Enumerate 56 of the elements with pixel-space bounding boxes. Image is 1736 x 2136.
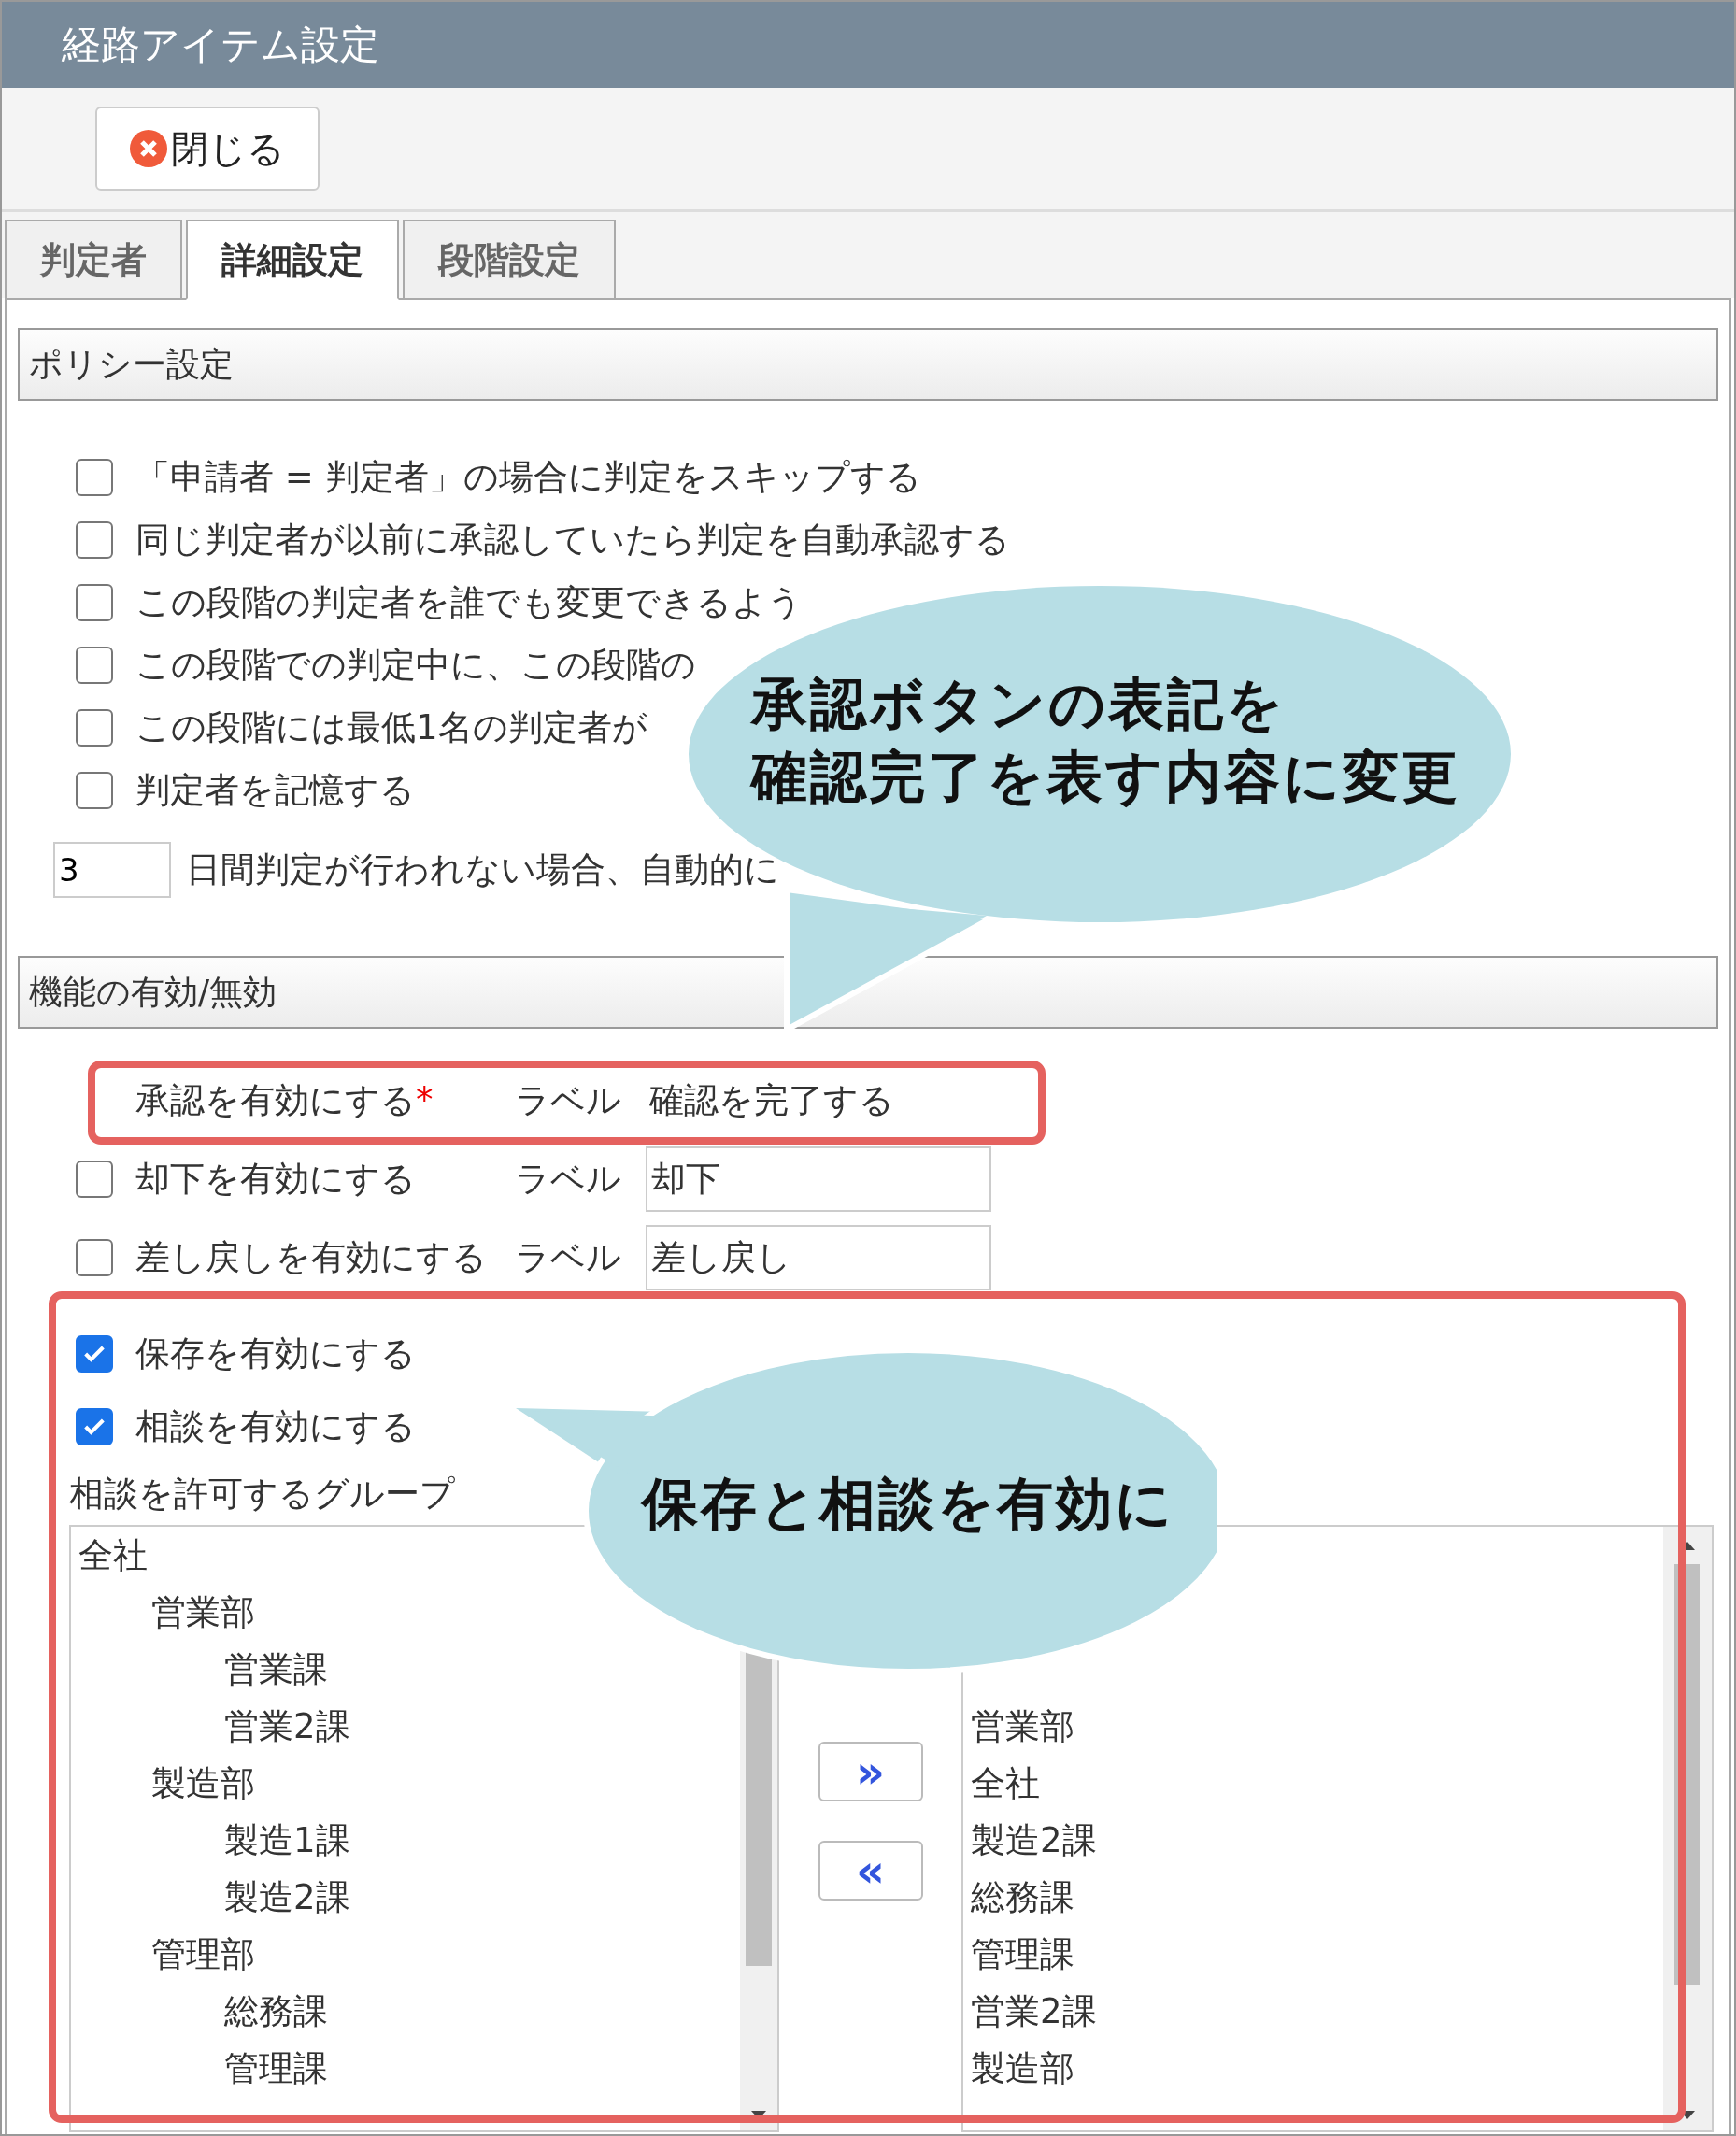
option-label: 差し戻しを有効にする [135, 1236, 487, 1279]
window-title: 経路アイテム設定 [2, 2, 1734, 88]
close-icon [130, 130, 167, 167]
list-item[interactable]: 製造部 [971, 2040, 1074, 2097]
label-input[interactable]: 差し戻し [646, 1225, 991, 1290]
checkbox[interactable] [76, 1161, 113, 1198]
remove-button[interactable]: « [818, 1841, 923, 1901]
label-caption: ラベル [515, 1158, 622, 1201]
list-item[interactable]: 管理課 [971, 1926, 1074, 1983]
days-label: 日間判定が行われない場合、自動的に [186, 848, 779, 891]
checkbox[interactable] [76, 583, 113, 621]
checkbox[interactable] [76, 771, 113, 809]
label-input[interactable]: 却下 [646, 1146, 991, 1212]
list-item[interactable]: 営業部 [971, 1698, 1074, 1755]
tree-item[interactable]: 管理部 [151, 1926, 255, 1983]
list-item[interactable]: 営業2課 [971, 1983, 1097, 2040]
option-label: 却下を有効にする [135, 1158, 416, 1201]
label-caption: ラベル [515, 1236, 622, 1279]
tree-item[interactable]: 製造部 [151, 1755, 255, 1812]
tree-item[interactable]: 営業2課 [224, 1698, 350, 1755]
checkbox[interactable] [76, 1408, 113, 1445]
option-label: この段階の判定者を誰でも変更できるよう [135, 580, 803, 624]
close-button[interactable]: 閉じる [95, 107, 320, 191]
checkbox[interactable] [76, 458, 113, 496]
section-header: ポリシー設定 [18, 328, 1718, 401]
tree-item[interactable]: 営業部 [151, 1584, 255, 1641]
checkbox[interactable] [76, 708, 113, 747]
tree-item[interactable]: 全社 [78, 1527, 148, 1584]
tab[interactable]: 段階設定 [403, 220, 616, 300]
tree-item[interactable]: 製造2課 [224, 1869, 350, 1926]
checkbox[interactable] [76, 1239, 113, 1276]
days-input[interactable]: 3 [53, 842, 171, 898]
option-label: 承認を有効にする* [135, 1079, 434, 1122]
option-label: 「申請者 = 判定者」の場合に判定をスキップする [135, 455, 921, 499]
list-item[interactable]: 全社 [971, 1755, 1040, 1812]
tab[interactable]: 詳細設定 [186, 220, 399, 300]
option-label: この段階での判定中に、この段階の [135, 643, 696, 687]
list-item[interactable]: 製造2課 [971, 1812, 1097, 1869]
section-header: 機能の有効/無効 [18, 956, 1718, 1029]
tree-item[interactable]: 製造1課 [224, 1812, 350, 1869]
option-label: 判定者を記憶する [135, 768, 415, 812]
add-button[interactable]: » [818, 1742, 923, 1801]
group-label: 相談を許可するグループ [69, 1473, 455, 1516]
checkbox[interactable] [76, 520, 113, 559]
option-label: この段階には最低1名の判定者が [135, 705, 647, 749]
option-label: 同じ判定者が以前に承認していたら判定を自動承認する [135, 518, 1010, 562]
label-caption: ラベル [515, 1079, 622, 1122]
tree-item[interactable]: 総務課 [224, 1983, 328, 2040]
tree-item[interactable]: 営業課 [224, 1641, 328, 1698]
option-label: 保存を有効にする [135, 1332, 416, 1375]
list-item[interactable]: 総務課 [971, 1869, 1074, 1926]
tree-item[interactable]: 管理課 [224, 2040, 328, 2097]
checkbox[interactable] [76, 1335, 113, 1373]
checkbox[interactable] [76, 646, 113, 684]
option-label: 相談を有効にする [135, 1405, 416, 1448]
tab[interactable]: 判定者 [5, 220, 182, 300]
